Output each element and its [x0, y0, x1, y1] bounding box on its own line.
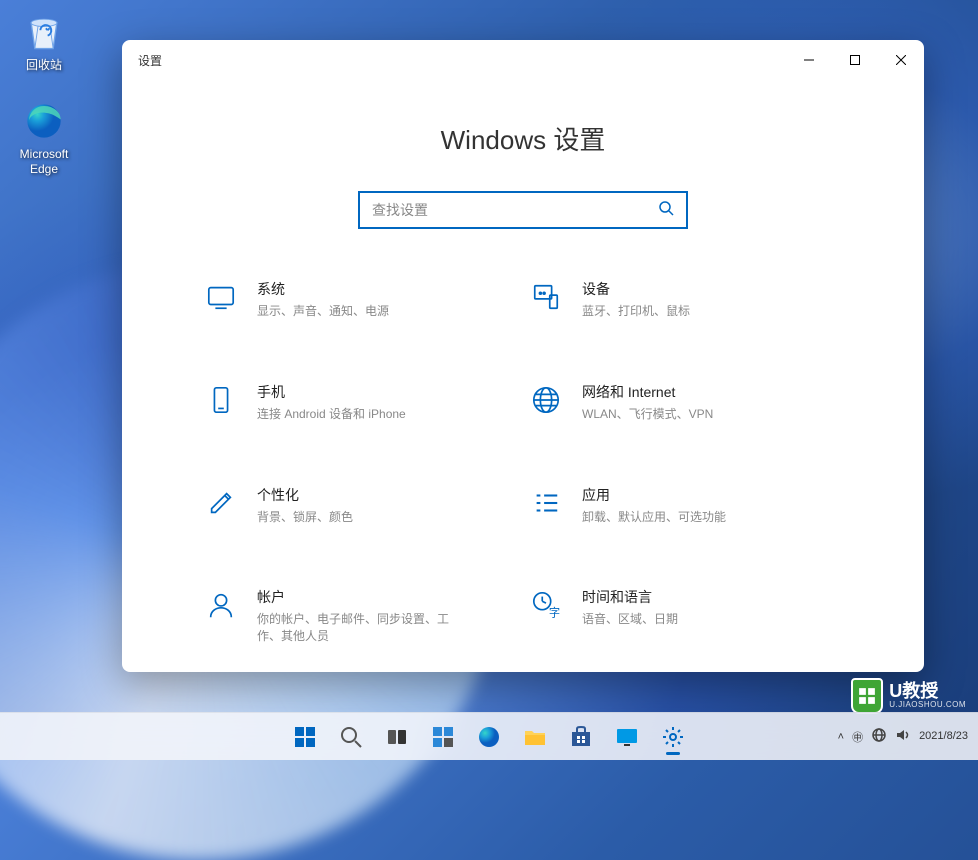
category-apps[interactable]: 应用 卸载、默认应用、可选功能 [528, 485, 843, 526]
category-title: 网络和 Internet [582, 382, 713, 402]
category-title: 系统 [257, 279, 389, 299]
category-text: 个性化 背景、锁屏、颜色 [257, 485, 353, 526]
taskbar-explorer[interactable] [515, 717, 555, 757]
search-container [182, 191, 864, 229]
category-text: 手机 连接 Android 设备和 iPhone [257, 382, 406, 423]
window-title: 设置 [138, 52, 162, 69]
taskbar-settings[interactable] [653, 717, 693, 757]
category-accounts[interactable]: 帐户 你的帐户、电子邮件、同步设置、工作、其他人员 [203, 587, 518, 645]
category-sub: 卸载、默认应用、可选功能 [582, 509, 726, 526]
shield-icon [851, 678, 883, 714]
settings-window: 设置 Windows 设置 系统 显示、声音、通知、电源 [122, 40, 924, 672]
desktop-icon-edge[interactable]: Microsoft Edge [6, 95, 82, 181]
category-text: 网络和 Internet WLAN、飞行模式、VPN [582, 382, 713, 423]
search-box[interactable] [358, 191, 688, 229]
ime-icon[interactable]: ㊥ [852, 729, 863, 745]
taskbar-center [285, 717, 693, 757]
taskbar-monitor[interactable] [607, 717, 647, 757]
settings-grid: 系统 显示、声音、通知、电源 设备 蓝牙、打印机、鼠标 手机 连接 Androi… [203, 279, 843, 645]
watermark-sub: U.JIAOSHOU.COM [889, 701, 966, 709]
category-text: 时间和语言 语音、区域、日期 [582, 587, 678, 628]
svg-text:字: 字 [549, 606, 560, 620]
task-view-button[interactable] [377, 717, 417, 757]
widgets-button[interactable] [423, 717, 463, 757]
category-title: 应用 [582, 485, 726, 505]
edge-icon [22, 99, 66, 143]
desktop-icons: 回收站 Microsoft Edge [6, 6, 82, 181]
network-icon[interactable] [871, 727, 887, 746]
category-time-language[interactable]: 字 时间和语言 语音、区域、日期 [528, 587, 843, 645]
category-sub: 显示、声音、通知、电源 [257, 303, 389, 320]
globe-icon [528, 382, 564, 418]
close-button[interactable] [878, 40, 924, 80]
devices-icon [528, 279, 564, 315]
taskbar-search-button[interactable] [331, 717, 371, 757]
taskbar-store[interactable] [561, 717, 601, 757]
category-sub: WLAN、飞行模式、VPN [582, 406, 713, 423]
category-text: 设备 蓝牙、打印机、鼠标 [582, 279, 690, 320]
taskbar-clock[interactable]: 2021/8/23 [919, 730, 968, 744]
category-title: 时间和语言 [582, 587, 678, 607]
category-title: 设备 [582, 279, 690, 299]
watermark-brand: U教授 [889, 682, 966, 701]
desktop-icon-label: 回收站 [26, 58, 62, 73]
taskbar-date: 2021/8/23 [919, 730, 968, 744]
search-icon [658, 200, 674, 221]
pen-icon [203, 485, 239, 521]
category-title: 手机 [257, 382, 406, 402]
category-sub: 背景、锁屏、颜色 [257, 509, 353, 526]
category-network[interactable]: 网络和 Internet WLAN、飞行模式、VPN [528, 382, 843, 423]
volume-icon[interactable] [895, 727, 911, 746]
taskbar-right: ˄ ㊥ 2021/8/23 [838, 727, 968, 746]
apps-icon [528, 485, 564, 521]
person-icon [203, 587, 239, 623]
minimize-button[interactable] [786, 40, 832, 80]
tray-chevron-icon[interactable]: ˄ [838, 731, 844, 743]
taskbar-edge[interactable] [469, 717, 509, 757]
system-tray[interactable]: ˄ ㊥ [838, 727, 911, 746]
phone-icon [203, 382, 239, 418]
system-icon [203, 279, 239, 315]
time-language-icon: 字 [528, 587, 564, 623]
desktop-icon-recycle-bin[interactable]: 回收站 [6, 6, 82, 77]
recycle-bin-icon [22, 10, 66, 54]
category-system[interactable]: 系统 显示、声音、通知、电源 [203, 279, 518, 320]
category-sub: 语音、区域、日期 [582, 611, 678, 628]
search-input[interactable] [372, 202, 658, 218]
desktop-icon-label: Microsoft Edge [20, 147, 69, 177]
category-title: 帐户 [257, 587, 457, 607]
window-controls [786, 40, 924, 80]
category-sub: 蓝牙、打印机、鼠标 [582, 303, 690, 320]
settings-content[interactable]: Windows 设置 系统 显示、声音、通知、电源 设备 蓝牙、打印机、鼠标 [122, 80, 924, 672]
category-devices[interactable]: 设备 蓝牙、打印机、鼠标 [528, 279, 843, 320]
category-text: 帐户 你的帐户、电子邮件、同步设置、工作、其他人员 [257, 587, 457, 645]
maximize-button[interactable] [832, 40, 878, 80]
start-button[interactable] [285, 717, 325, 757]
category-title: 个性化 [257, 485, 353, 505]
category-text: 应用 卸载、默认应用、可选功能 [582, 485, 726, 526]
watermark-logo: U教授 U.JIAOSHOU.COM [851, 678, 966, 714]
category-personalization[interactable]: 个性化 背景、锁屏、颜色 [203, 485, 518, 526]
category-text: 系统 显示、声音、通知、电源 [257, 279, 389, 320]
taskbar: ˄ ㊥ 2021/8/23 [0, 712, 978, 760]
category-sub: 你的帐户、电子邮件、同步设置、工作、其他人员 [257, 611, 457, 645]
category-sub: 连接 Android 设备和 iPhone [257, 406, 406, 423]
titlebar[interactable]: 设置 [122, 40, 924, 80]
category-phone[interactable]: 手机 连接 Android 设备和 iPhone [203, 382, 518, 423]
page-title: Windows 设置 [182, 120, 864, 157]
